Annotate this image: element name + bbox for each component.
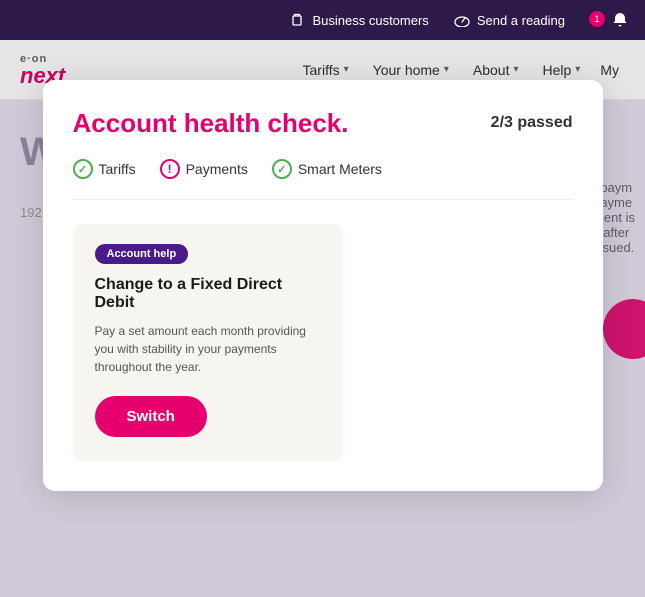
send-reading-link[interactable]: Send a reading (453, 11, 565, 29)
modal-checks: ✓ Tariffs ! Payments ✓ Smart Meters (73, 159, 573, 200)
modal-overlay: Account health check. 2/3 passed ✓ Tarif… (0, 40, 645, 597)
business-customers-link[interactable]: Business customers (288, 11, 428, 29)
payments-warn-icon: ! (160, 159, 180, 179)
smart-meters-pass-icon: ✓ (272, 159, 292, 179)
switch-button[interactable]: Switch (95, 396, 207, 437)
tariffs-pass-icon: ✓ (73, 159, 93, 179)
modal-title: Account health check. (73, 108, 349, 139)
card-description: Pay a set amount each month providing yo… (95, 322, 321, 376)
check-payments: ! Payments (160, 159, 248, 179)
top-bar: Business customers Send a reading 1 (0, 0, 645, 40)
business-customers-label: Business customers (312, 13, 428, 28)
send-reading-label: Send a reading (477, 13, 565, 28)
bell-icon (611, 11, 629, 29)
notifications-link[interactable]: 1 (589, 11, 629, 29)
modal-header: Account health check. 2/3 passed (73, 108, 573, 139)
modal-passed: 2/3 passed (491, 114, 573, 132)
payments-check-label: Payments (186, 161, 248, 177)
notification-badge: 1 (589, 11, 605, 27)
check-smart-meters: ✓ Smart Meters (272, 159, 382, 179)
tariffs-check-label: Tariffs (99, 161, 136, 177)
smart-meters-check-label: Smart Meters (298, 161, 382, 177)
card-title: Change to a Fixed Direct Debit (95, 276, 321, 312)
briefcase-icon (288, 11, 306, 29)
meter-icon (453, 11, 471, 29)
account-help-card: Account help Change to a Fixed Direct De… (73, 224, 343, 461)
check-tariffs: ✓ Tariffs (73, 159, 136, 179)
health-check-modal: Account health check. 2/3 passed ✓ Tarif… (43, 80, 603, 491)
card-badge: Account help (95, 244, 189, 264)
